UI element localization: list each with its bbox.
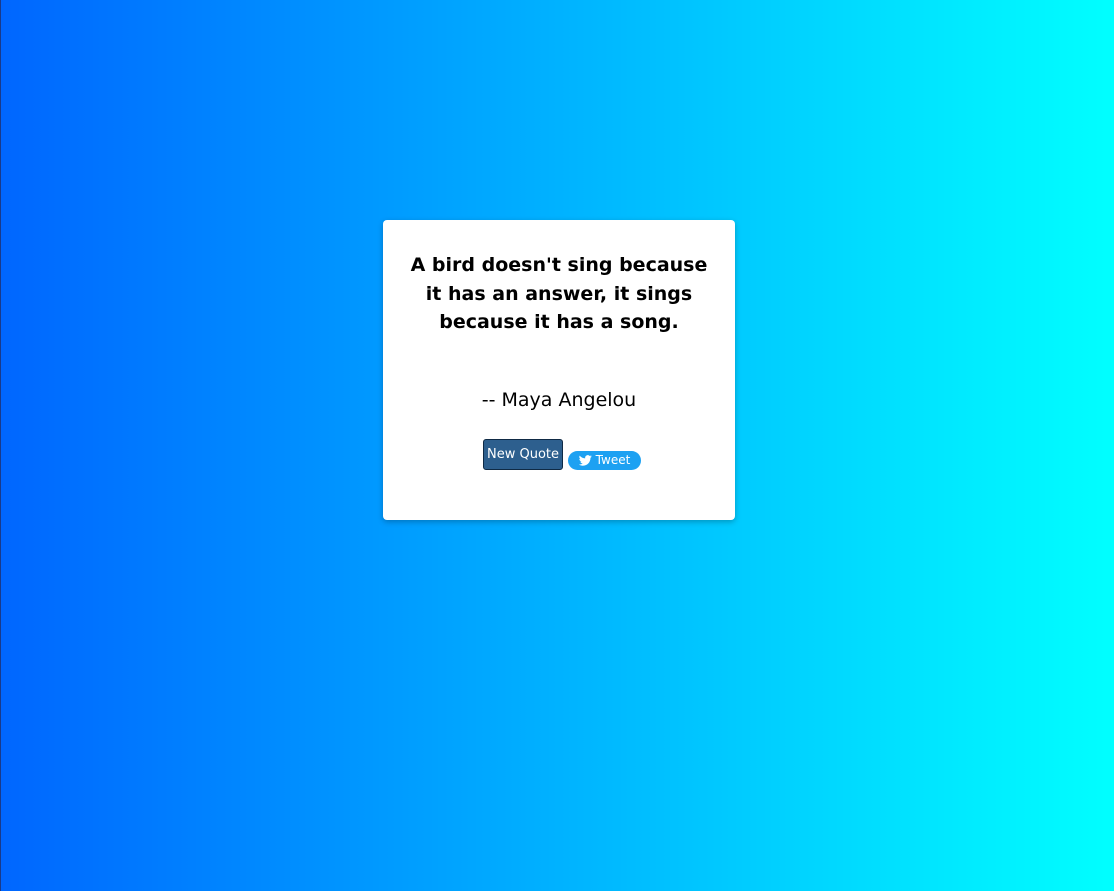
quote-author: -- Maya Angelou xyxy=(481,389,637,411)
quote-box: A bird doesn't sing because it has an an… xyxy=(383,220,735,520)
tweet-button[interactable]: Tweet xyxy=(568,451,641,470)
button-row: New Quote Tweet xyxy=(383,439,735,473)
twitter-bird-icon xyxy=(578,455,592,466)
tweet-label: Tweet xyxy=(595,453,631,467)
new-quote-button[interactable]: New Quote xyxy=(483,439,563,470)
quote-text: A bird doesn't sing because it has an an… xyxy=(410,254,708,333)
